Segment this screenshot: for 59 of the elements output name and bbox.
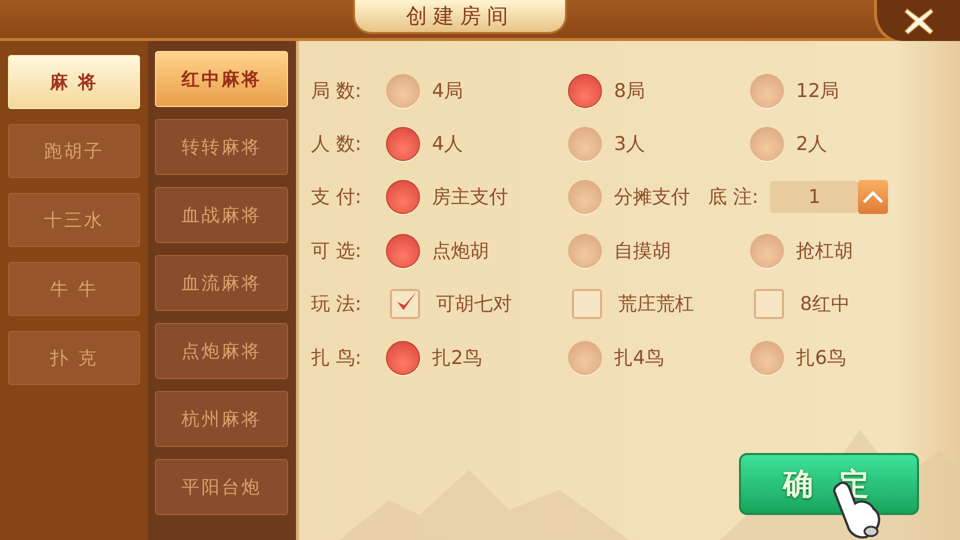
option-label: 扎6鸟	[796, 346, 846, 371]
radio-button[interactable]	[750, 74, 784, 108]
option-label: 点炮胡	[432, 238, 489, 264]
option-label: 12局	[796, 78, 840, 104]
category-tab[interactable]: 扑 克	[8, 331, 140, 385]
mode-tab[interactable]: 杭州麻将	[155, 391, 288, 447]
radio-button[interactable]	[386, 340, 420, 375]
setting-label: 支 付:	[311, 185, 362, 210]
option-label: 3人	[614, 132, 646, 158]
radio-button[interactable]	[386, 74, 420, 108]
setting-label: 局 数:	[311, 78, 362, 104]
option-label: 可胡七对	[436, 292, 512, 318]
radio-button[interactable]	[750, 127, 784, 162]
radio-button[interactable]	[750, 340, 784, 375]
radio-button[interactable]	[750, 234, 784, 268]
mode-tab[interactable]: 血战麻将	[155, 187, 288, 243]
option-label: 抢杠胡	[796, 238, 853, 264]
stake-field[interactable]: 1	[770, 181, 858, 214]
category-tab[interactable]: 麻 将	[8, 55, 140, 109]
radio-button[interactable]	[386, 234, 420, 268]
mode-tab[interactable]: 点炮麻将	[155, 323, 288, 379]
setting-label: 可 选:	[311, 238, 362, 264]
window-title: 创建房间	[353, 0, 567, 34]
checkbox[interactable]	[390, 289, 420, 320]
radio-button[interactable]	[568, 340, 602, 375]
option-label: 2人	[796, 132, 828, 158]
option-label: 4人	[432, 132, 464, 158]
mode-tab[interactable]: 转转麻将	[155, 119, 288, 175]
option-label: 分摊支付	[614, 185, 690, 210]
up-caret-icon	[862, 190, 884, 204]
stake-label: 底 注:	[708, 185, 758, 210]
radio-button[interactable]	[568, 234, 602, 268]
radio-button[interactable]	[386, 127, 420, 162]
setting-label: 人 数:	[311, 132, 362, 158]
category-tab[interactable]: 跑胡子	[8, 124, 140, 178]
option-label: 8红中	[800, 292, 850, 318]
option-label: 房主支付	[432, 185, 508, 210]
setting-label: 玩 法:	[311, 292, 362, 318]
radio-button[interactable]	[568, 74, 602, 108]
radio-button[interactable]	[568, 180, 602, 214]
category-tab[interactable]: 十三水	[8, 193, 140, 247]
radio-button[interactable]	[568, 127, 602, 162]
checkbox[interactable]	[754, 289, 784, 320]
mode-tab[interactable]: 血流麻将	[155, 255, 288, 311]
mode-tab[interactable]: 红中麻将	[155, 51, 288, 107]
option-label: 荒庄荒杠	[618, 292, 694, 318]
option-label: 扎4鸟	[614, 346, 664, 371]
close-icon	[902, 6, 936, 36]
option-label: 自摸胡	[614, 238, 671, 264]
category-tab[interactable]: 牛 牛	[8, 262, 140, 316]
checkbox[interactable]	[572, 289, 602, 320]
option-label: 8局	[614, 78, 646, 104]
increase-button[interactable]	[858, 180, 888, 214]
option-label: 扎2鸟	[432, 346, 482, 371]
radio-button[interactable]	[386, 180, 420, 214]
option-label: 4局	[432, 78, 464, 104]
setting-label: 扎 鸟:	[311, 346, 362, 371]
mode-tab[interactable]: 平阳台炮	[155, 459, 288, 515]
close-button[interactable]	[874, 0, 960, 44]
